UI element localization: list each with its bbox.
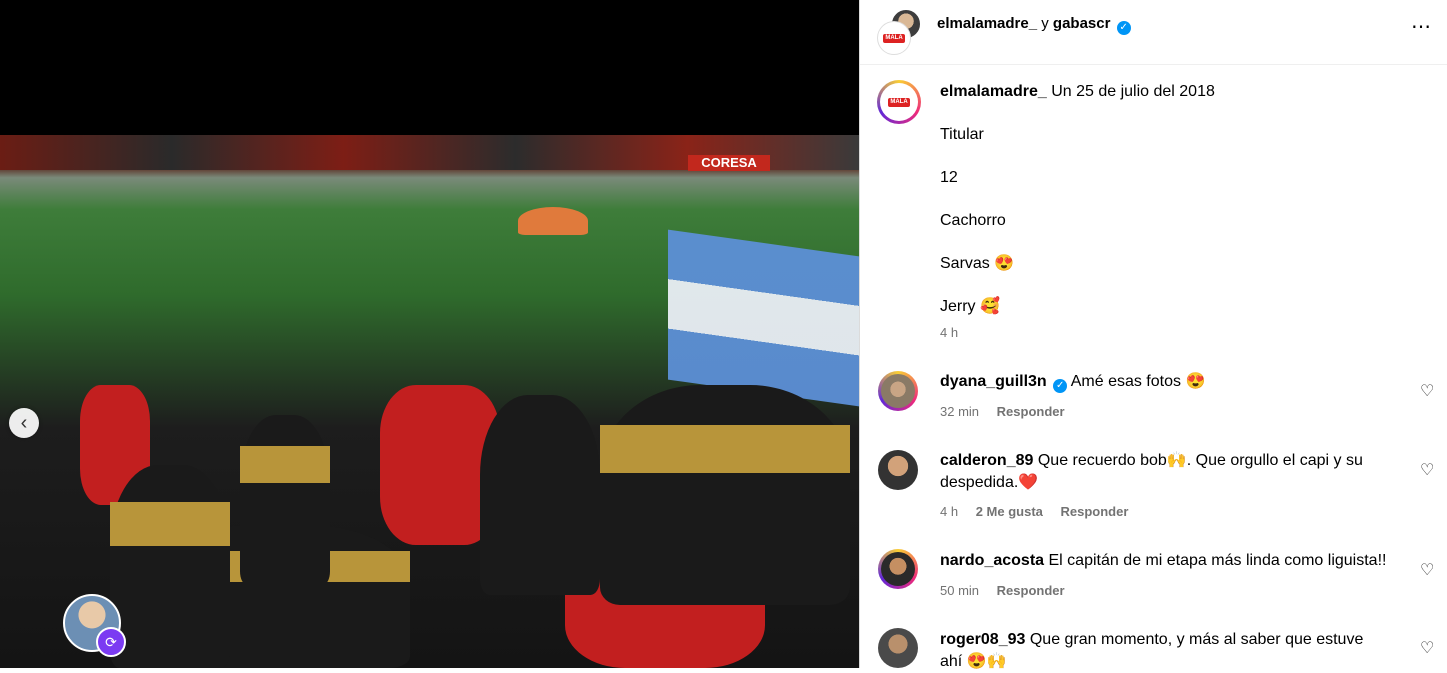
post-media: CORESA ‹ ⟳: [0, 0, 859, 668]
avatar[interactable]: [878, 628, 918, 668]
stadium-sign: CORESA: [688, 155, 770, 171]
caption-line: Cachorro: [940, 212, 1006, 229]
joiner-text: y: [1041, 15, 1049, 32]
caption-timestamp[interactable]: 4 h: [940, 325, 958, 340]
caption-text: Un 25 de julio del 2018: [1051, 83, 1215, 100]
comment-time[interactable]: 4 h: [940, 504, 958, 519]
like-heart-icon[interactable]: ♡: [1420, 460, 1434, 480]
reply-button[interactable]: Responder: [997, 404, 1065, 419]
author-username[interactable]: gabascr: [1053, 15, 1111, 32]
comment-time[interactable]: 50 min: [940, 583, 979, 598]
comment-username[interactable]: roger08_93: [940, 631, 1025, 648]
post-side-panel: MALA MADRE elmalamadre_ y gabascr ✓ ⋯ MA…: [859, 0, 1447, 670]
comment-username[interactable]: calderon_89: [940, 452, 1033, 469]
like-heart-icon[interactable]: ♡: [1420, 638, 1434, 658]
collab-avatars[interactable]: MALA MADRE: [878, 8, 922, 54]
comment-text: Amé esas fotos 😍: [1070, 373, 1206, 390]
avatar[interactable]: [878, 371, 918, 411]
author-username[interactable]: elmalamadre_: [937, 15, 1037, 32]
caption-line: Jerry 🥰: [940, 298, 1000, 315]
caption-username[interactable]: elmalamadre_: [940, 83, 1047, 100]
verified-badge-icon: ✓: [1116, 21, 1131, 35]
comment-time[interactable]: 32 min: [940, 404, 979, 419]
security-guard: [240, 415, 330, 585]
comment-text: El capitán de mi etapa más linda como li…: [1048, 552, 1387, 569]
caption-line: 12: [940, 169, 958, 186]
like-heart-icon[interactable]: ♡: [1420, 560, 1434, 580]
previous-photo-button[interactable]: ‹: [9, 408, 39, 438]
flag: [668, 229, 859, 407]
security-guard: [600, 385, 850, 605]
security-guard: [110, 465, 230, 668]
post-caption: elmalamadre_ Un 25 de julio del 2018 Tit…: [940, 82, 1430, 340]
caption-line: Sarvas 😍: [940, 255, 1015, 272]
caption-line: Titular: [940, 126, 984, 143]
like-heart-icon[interactable]: ♡: [1420, 381, 1434, 401]
avatar[interactable]: [878, 549, 918, 589]
verified-badge-icon: ✓: [1053, 379, 1068, 393]
comment-username[interactable]: nardo_acosta: [940, 552, 1044, 569]
repost-badge-icon: ⟳: [96, 627, 126, 657]
person-dark-shirt: [480, 395, 600, 595]
post-photo: CORESA: [0, 135, 859, 668]
brand-logo: MALA MADRE: [883, 33, 905, 50]
reply-button[interactable]: Responder: [997, 583, 1065, 598]
reply-button[interactable]: Responder: [1061, 504, 1129, 519]
comment-username[interactable]: dyana_guill3n: [940, 373, 1047, 390]
avatar[interactable]: MALA MADRE: [878, 22, 910, 54]
brand-logo: MALA MADRE: [888, 97, 910, 114]
post-header: MALA MADRE elmalamadre_ y gabascr ✓ ⋯: [860, 0, 1447, 65]
avatar[interactable]: [878, 450, 918, 490]
post-authors: elmalamadre_ y gabascr ✓: [937, 15, 1131, 35]
caption-avatar[interactable]: MALA MADRE: [877, 80, 921, 124]
umbrella: [518, 207, 588, 235]
chevron-left-icon: ‹: [20, 411, 28, 434]
more-options-icon[interactable]: ⋯: [1411, 14, 1432, 39]
comment-likes[interactable]: 2 Me gusta: [976, 504, 1043, 519]
